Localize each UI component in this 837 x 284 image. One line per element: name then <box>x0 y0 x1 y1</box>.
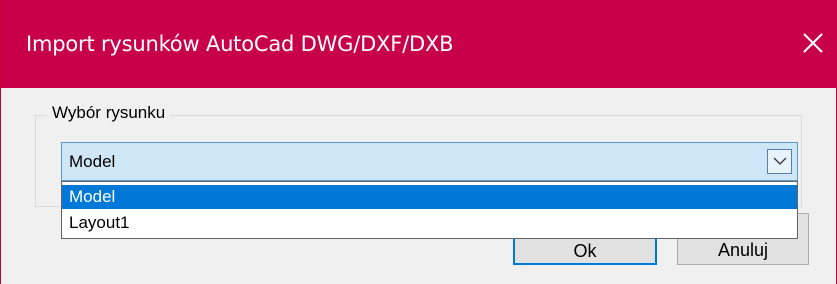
chevron-down-icon <box>773 157 787 165</box>
dropdown-list: Model Layout1 <box>61 181 798 239</box>
dropdown-arrow-button[interactable] <box>767 149 792 174</box>
dropdown-option-layout1[interactable]: Layout1 <box>62 211 797 235</box>
drawing-select[interactable]: Model <box>61 142 798 181</box>
import-dialog: Import rysunków AutoCad DWG/DXF/DXB Wybó… <box>0 0 837 284</box>
group-label: Wybór rysunku <box>47 103 171 123</box>
ok-button-label: Ok <box>573 241 597 261</box>
close-icon <box>803 33 823 53</box>
title-bar: Import rysunków AutoCad DWG/DXF/DXB <box>1 0 837 88</box>
combo-selected-value: Model <box>69 152 116 171</box>
window-title: Import rysunków AutoCad DWG/DXF/DXB <box>26 32 454 56</box>
close-button[interactable] <box>788 18 837 70</box>
dropdown-option-model[interactable]: Model <box>62 185 797 209</box>
cancel-button-label: Anuluj <box>717 240 769 260</box>
